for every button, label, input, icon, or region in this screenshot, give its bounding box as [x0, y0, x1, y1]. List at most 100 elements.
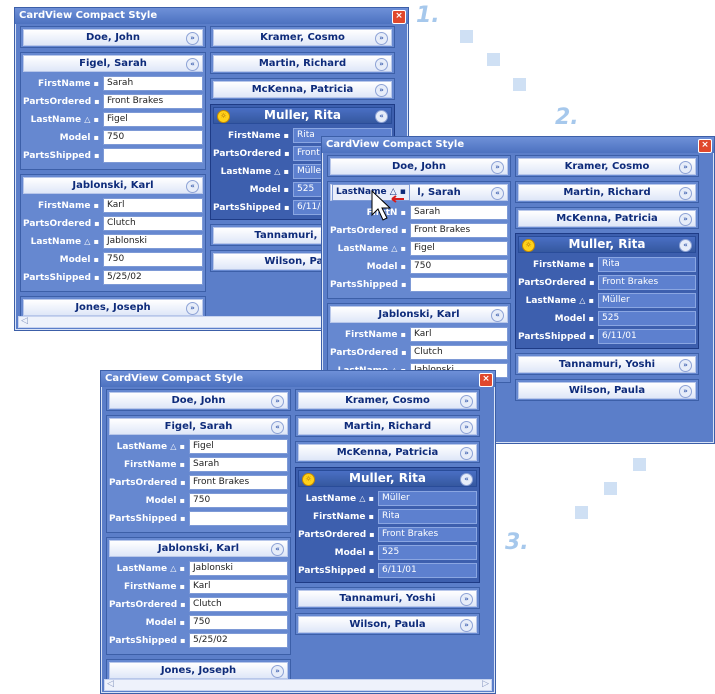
field-value[interactable]: 750 — [189, 615, 288, 630]
card-header[interactable]: McKenna, Patricia » — [518, 210, 696, 227]
chevron-up-icon[interactable]: « — [271, 543, 284, 556]
field-value[interactable]: 525 — [598, 311, 696, 326]
card-jones-joseph[interactable]: Jones, Joseph » — [20, 296, 206, 318]
field-label[interactable]: PartsOrdered ▪ — [213, 145, 290, 163]
card-header[interactable]: Figel, Sarah « — [23, 55, 203, 72]
card-header[interactable]: ☼ Muller, Rita « — [298, 470, 477, 487]
card-header[interactable]: Jones, Joseph » — [23, 299, 203, 316]
card-doe-john[interactable]: Doe, John » — [106, 389, 291, 411]
field-value[interactable]: Front Brakes — [189, 475, 288, 490]
field-value[interactable]: Karl — [189, 579, 288, 594]
card-header[interactable]: ☼ Muller, Rita « — [518, 236, 696, 253]
scroll-left-icon[interactable]: ◁ — [21, 316, 28, 326]
field-value[interactable]: Figel — [410, 241, 508, 256]
card-tannamuri-yoshi[interactable]: Tannamuri, Yoshi » — [515, 353, 699, 375]
card-header[interactable]: Doe, John » — [109, 392, 288, 409]
card-muller-rita[interactable]: ☼ Muller, Rita « LastName △ ▪ Müller FirstN… — [295, 467, 480, 583]
field-label[interactable]: PartsOrdered ▪ — [330, 344, 407, 362]
chevron-up-icon[interactable]: « — [271, 421, 284, 434]
chevron-down-icon[interactable]: » — [460, 421, 473, 434]
scroll-left-icon[interactable]: ◁ — [107, 679, 114, 689]
card-martin-richard[interactable]: Martin, Richard » — [295, 415, 480, 437]
chevron-down-icon[interactable]: » — [491, 161, 504, 174]
chevron-up-icon[interactable]: « — [679, 239, 692, 252]
chevron-down-icon[interactable]: » — [679, 161, 692, 174]
field-value[interactable]: Figel — [103, 112, 203, 127]
card-header[interactable]: Martin, Richard » — [298, 418, 477, 435]
field-label[interactable]: Model ▪ — [109, 492, 185, 510]
chevron-down-icon[interactable]: » — [679, 385, 692, 398]
field-value[interactable]: Figel — [189, 439, 288, 454]
field-value[interactable]: 750 — [189, 493, 288, 508]
field-label[interactable]: LastName △ ▪ — [298, 490, 374, 508]
card-figel-sarah[interactable]: l, Sarah « LastName △ ▪ FirstN ▪Sarah Par… — [327, 181, 511, 299]
chevron-down-icon[interactable]: » — [186, 32, 199, 45]
field-value[interactable] — [189, 511, 288, 526]
card-martin-richard[interactable]: Martin, Richard » — [515, 181, 699, 203]
field-value[interactable]: Jablonski — [103, 234, 203, 249]
chevron-down-icon[interactable]: » — [460, 447, 473, 460]
card-header[interactable]: Jablonski, Karl « — [23, 177, 203, 194]
field-value[interactable]: 6/11/01 — [378, 563, 477, 578]
card-wilson-paula[interactable]: Wilson, Paula » — [515, 379, 699, 401]
field-label[interactable]: FirstName ▪ — [109, 456, 185, 474]
card-header[interactable]: Kramer, Cosmo » — [518, 158, 696, 175]
chevron-up-icon[interactable]: « — [186, 180, 199, 193]
field-label[interactable]: PartsOrdered ▪ — [23, 215, 100, 233]
card-mckenna-patricia[interactable]: McKenna, Patricia » — [515, 207, 699, 229]
chevron-down-icon[interactable]: » — [186, 302, 199, 315]
field-label[interactable]: PartsShipped ▪ — [298, 562, 375, 580]
card-jones-joseph[interactable]: Jones, Joseph » — [106, 659, 291, 681]
chevron-down-icon[interactable]: » — [271, 395, 284, 408]
field-label[interactable]: PartsShipped ▪ — [213, 199, 290, 217]
card-header[interactable]: Doe, John » — [23, 29, 203, 46]
field-value[interactable]: 750 — [103, 130, 203, 145]
close-icon[interactable]: × — [698, 139, 712, 153]
card-mckenna-patricia[interactable]: McKenna, Patricia » — [295, 441, 480, 463]
field-label[interactable]: Model ▪ — [23, 129, 99, 147]
field-label[interactable]: FirstName ▪ — [23, 75, 99, 93]
card-header[interactable]: Kramer, Cosmo » — [298, 392, 477, 409]
card-kramer-cosmo[interactable]: Kramer, Cosmo » — [515, 155, 699, 177]
card-jablonski-karl[interactable]: Jablonski, Karl « FirstName ▪ Karl PartsOr… — [20, 174, 206, 292]
card-header[interactable]: Jablonski, Karl « — [109, 540, 288, 557]
card-header[interactable]: ☼ Muller, Rita « — [213, 107, 392, 124]
field-value[interactable]: Front Brakes — [378, 527, 477, 542]
field-label[interactable]: FirstName ▪ — [23, 197, 99, 215]
chevron-down-icon[interactable]: » — [375, 84, 388, 97]
field-value[interactable]: Sarah — [189, 457, 288, 472]
field-value[interactable]: Clutch — [189, 597, 288, 612]
field-value[interactable]: 5/25/02 — [189, 633, 288, 648]
close-icon[interactable]: × — [479, 373, 493, 387]
field-value[interactable]: 5/25/02 — [103, 270, 203, 285]
field-label[interactable]: PartsOrdered ▪ — [23, 93, 100, 111]
field-label[interactable]: LastName △ ▪ — [23, 111, 99, 129]
card-header[interactable]: Wilson, Paula » — [518, 382, 696, 399]
field-value[interactable]: 750 — [103, 252, 203, 267]
card-header[interactable]: Kramer, Cosmo » — [213, 29, 392, 46]
field-label[interactable]: Model ▪ — [298, 544, 374, 562]
chevron-up-icon[interactable]: « — [491, 309, 504, 322]
field-value[interactable]: Clutch — [410, 345, 508, 360]
field-value[interactable]: Sarah — [410, 205, 508, 220]
field-value[interactable]: Front Brakes — [598, 275, 696, 290]
field-label[interactable]: PartsShipped ▪ — [23, 147, 100, 165]
card-doe-john[interactable]: Doe, John » — [20, 26, 206, 48]
field-label[interactable]: FirstName ▪ — [518, 256, 594, 274]
field-value[interactable]: Sarah — [103, 76, 203, 91]
card-jablonski-karl[interactable]: Jablonski, Karl « LastName △ ▪ Jablonski F… — [106, 537, 291, 655]
field-label[interactable]: PartsOrdered ▪ — [109, 596, 186, 614]
field-label[interactable]: PartsOrdered ▪ — [518, 274, 595, 292]
chevron-down-icon[interactable]: » — [460, 395, 473, 408]
card-martin-richard[interactable]: Martin, Richard » — [210, 52, 395, 74]
chevron-up-icon[interactable]: « — [186, 58, 199, 71]
card-figel-sarah[interactable]: Figel, Sarah « FirstName ▪ Sarah PartsOrde… — [20, 52, 206, 170]
field-label[interactable]: LastName △ ▪ — [23, 233, 99, 251]
field-value[interactable]: 6/11/01 — [598, 329, 696, 344]
field-label[interactable]: PartsShipped ▪ — [330, 276, 407, 294]
card-kramer-cosmo[interactable]: Kramer, Cosmo » — [210, 26, 395, 48]
field-label[interactable]: PartsOrdered ▪ — [109, 474, 186, 492]
field-value[interactable]: Karl — [410, 327, 508, 342]
field-label[interactable]: Model ▪ — [213, 181, 289, 199]
card-wilson-paula[interactable]: Wilson, Paula » — [295, 613, 480, 635]
